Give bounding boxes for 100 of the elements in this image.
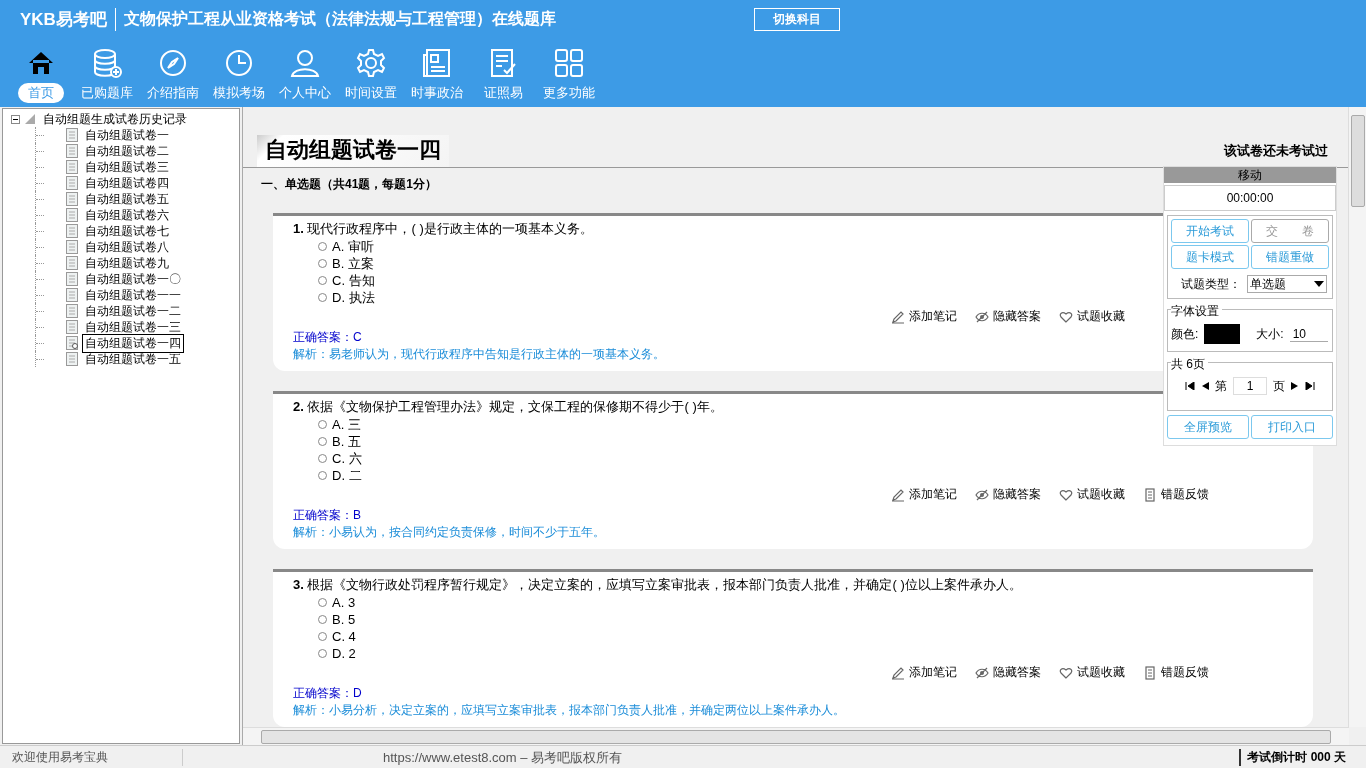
document-icon xyxy=(66,272,78,286)
section-heading: 一、单选题（共41题，每题1分） xyxy=(261,176,439,193)
explanation: 解析：小易分析，决定立案的，应填写立案审批表，报本部门负责人批准，并确定两位以上案件承办人。 xyxy=(293,702,845,719)
settings-icon[interactable] xyxy=(355,47,387,79)
radio-button[interactable] xyxy=(318,437,327,446)
heart-icon xyxy=(1059,309,1073,324)
option-label[interactable]: A. 3 xyxy=(332,595,356,610)
eye-icon xyxy=(975,309,989,324)
compass-icon[interactable] xyxy=(157,47,189,79)
radio-button[interactable] xyxy=(318,276,327,285)
page-field[interactable]: 1 xyxy=(1233,377,1267,395)
newspaper-icon[interactable] xyxy=(421,47,453,79)
copyright-text: https://www.etest8.com – 易考吧版权所有 xyxy=(383,748,624,767)
action-link[interactable]: 试题收藏 xyxy=(1059,486,1125,503)
radio-button[interactable] xyxy=(318,420,327,429)
action-link[interactable]: 隐藏答案 xyxy=(975,486,1041,503)
welcome-text: 欢迎使用易考宝典 xyxy=(0,749,183,766)
document-icon xyxy=(66,320,78,334)
feedback-icon xyxy=(1143,665,1157,680)
radio-button[interactable] xyxy=(318,242,327,251)
document-icon xyxy=(66,304,78,318)
document-icon xyxy=(66,192,78,206)
action-link[interactable]: 隐藏答案 xyxy=(975,664,1041,681)
question-text: 1. 现代行政程序中，( )是行政主体的一项基本义务。 xyxy=(293,220,593,238)
action-link[interactable]: 添加笔记 xyxy=(891,664,957,681)
pencil-icon xyxy=(891,665,905,680)
heart-icon xyxy=(1059,487,1073,502)
feedback-icon xyxy=(1143,487,1157,502)
pencil-icon xyxy=(891,309,905,324)
eye-icon xyxy=(975,487,989,502)
color-swatch[interactable] xyxy=(1204,324,1241,344)
last-page-icon[interactable] xyxy=(1305,382,1315,390)
option-label[interactable]: C. 六 xyxy=(332,449,362,468)
eye-icon xyxy=(975,665,989,680)
grid-icon[interactable] xyxy=(553,47,585,79)
clock-icon[interactable] xyxy=(223,47,255,79)
radio-button[interactable] xyxy=(318,471,327,480)
type-label: 试题类型： xyxy=(1181,275,1241,293)
size-label: 大小: xyxy=(1256,325,1284,343)
page-count-legend: 共 6页 xyxy=(1171,356,1208,373)
collapse-icon[interactable] xyxy=(11,114,20,124)
size-field[interactable]: 10 xyxy=(1289,326,1328,342)
document-icon xyxy=(66,176,78,190)
option-label[interactable]: A. 三 xyxy=(332,415,361,434)
document-icon xyxy=(66,256,78,270)
person-icon[interactable] xyxy=(289,47,321,79)
horizontal-scrollbar[interactable] xyxy=(243,727,1349,745)
dropdown-arrow-icon[interactable] xyxy=(1314,281,1324,287)
page-suffix: 页 xyxy=(1273,377,1285,395)
type-dropdown[interactable]: 单选题 xyxy=(1247,275,1327,293)
action-link[interactable]: 添加笔记 xyxy=(891,486,957,503)
move-handle[interactable]: 移动 xyxy=(1164,167,1336,183)
question-text: 3. 根据《文物行政处罚程序暂行规定》，决定立案的，应填写立案审批表，报本部门负责人批准，并确定( )位以上案件承办人。 xyxy=(293,576,1022,594)
font-settings-legend: 字体设置 xyxy=(1171,303,1222,320)
option-label[interactable]: D. 二 xyxy=(332,466,362,485)
radio-button[interactable] xyxy=(318,649,327,658)
action-link[interactable]: 隐藏答案 xyxy=(975,308,1041,325)
document-icon xyxy=(66,144,78,158)
page-prefix: 第 xyxy=(1215,377,1227,395)
heart-icon xyxy=(1059,665,1073,680)
vertical-scrollbar[interactable] xyxy=(1348,107,1366,727)
action-link[interactable]: 试题收藏 xyxy=(1059,664,1125,681)
document-icon xyxy=(66,352,78,366)
radio-button[interactable] xyxy=(318,454,327,463)
document-icon xyxy=(66,336,78,350)
color-label: 颜色: xyxy=(1171,325,1199,343)
document-icon xyxy=(66,288,78,302)
document-icon xyxy=(66,224,78,238)
document-icon xyxy=(66,208,78,222)
app-logo: YKB易考吧 xyxy=(20,7,116,31)
option-label[interactable]: B. 5 xyxy=(332,612,356,627)
option-label[interactable]: B. 立案 xyxy=(332,254,374,273)
first-page-icon[interactable] xyxy=(1185,382,1195,390)
radio-button[interactable] xyxy=(318,293,327,302)
exam-countdown: 考试倒计时 000 天 xyxy=(1239,749,1366,766)
correct-answer: 正确答案：C xyxy=(293,329,362,346)
timer: 00:00:00 xyxy=(1164,185,1336,211)
radio-button[interactable] xyxy=(318,598,327,607)
action-link[interactable]: 试题收藏 xyxy=(1059,308,1125,325)
correct-answer: 正确答案：B xyxy=(293,507,361,524)
action-link[interactable]: 添加笔记 xyxy=(891,308,957,325)
action-link[interactable]: 错题反馈 xyxy=(1143,486,1209,503)
radio-button[interactable] xyxy=(318,632,327,641)
option-label[interactable]: C. 告知 xyxy=(332,271,375,290)
option-label[interactable]: D. 执法 xyxy=(332,288,375,307)
radio-button[interactable] xyxy=(318,259,327,268)
document-icon xyxy=(66,240,78,254)
explanation: 解析：易老师认为，现代行政程序中告知是行政主体的一项基本义务。 xyxy=(293,346,665,363)
radio-button[interactable] xyxy=(318,615,327,624)
database-icon[interactable] xyxy=(91,47,123,79)
option-label[interactable]: D. 2 xyxy=(332,646,356,661)
option-label[interactable]: B. 五 xyxy=(332,432,361,451)
pencil-icon xyxy=(891,487,905,502)
option-label[interactable]: A. 审听 xyxy=(332,237,374,256)
option-label[interactable]: C. 4 xyxy=(332,629,356,644)
action-link[interactable]: 错题反馈 xyxy=(1143,664,1209,681)
document-icon xyxy=(66,160,78,174)
app-title: 文物保护工程从业资格考试（法律法规与工程管理）在线题库 xyxy=(123,8,557,29)
explanation: 解析：小易认为，按合同约定负责保修，时间不少于五年。 xyxy=(293,524,605,541)
tree-item[interactable]: 自动组题试卷一四 xyxy=(82,333,184,353)
